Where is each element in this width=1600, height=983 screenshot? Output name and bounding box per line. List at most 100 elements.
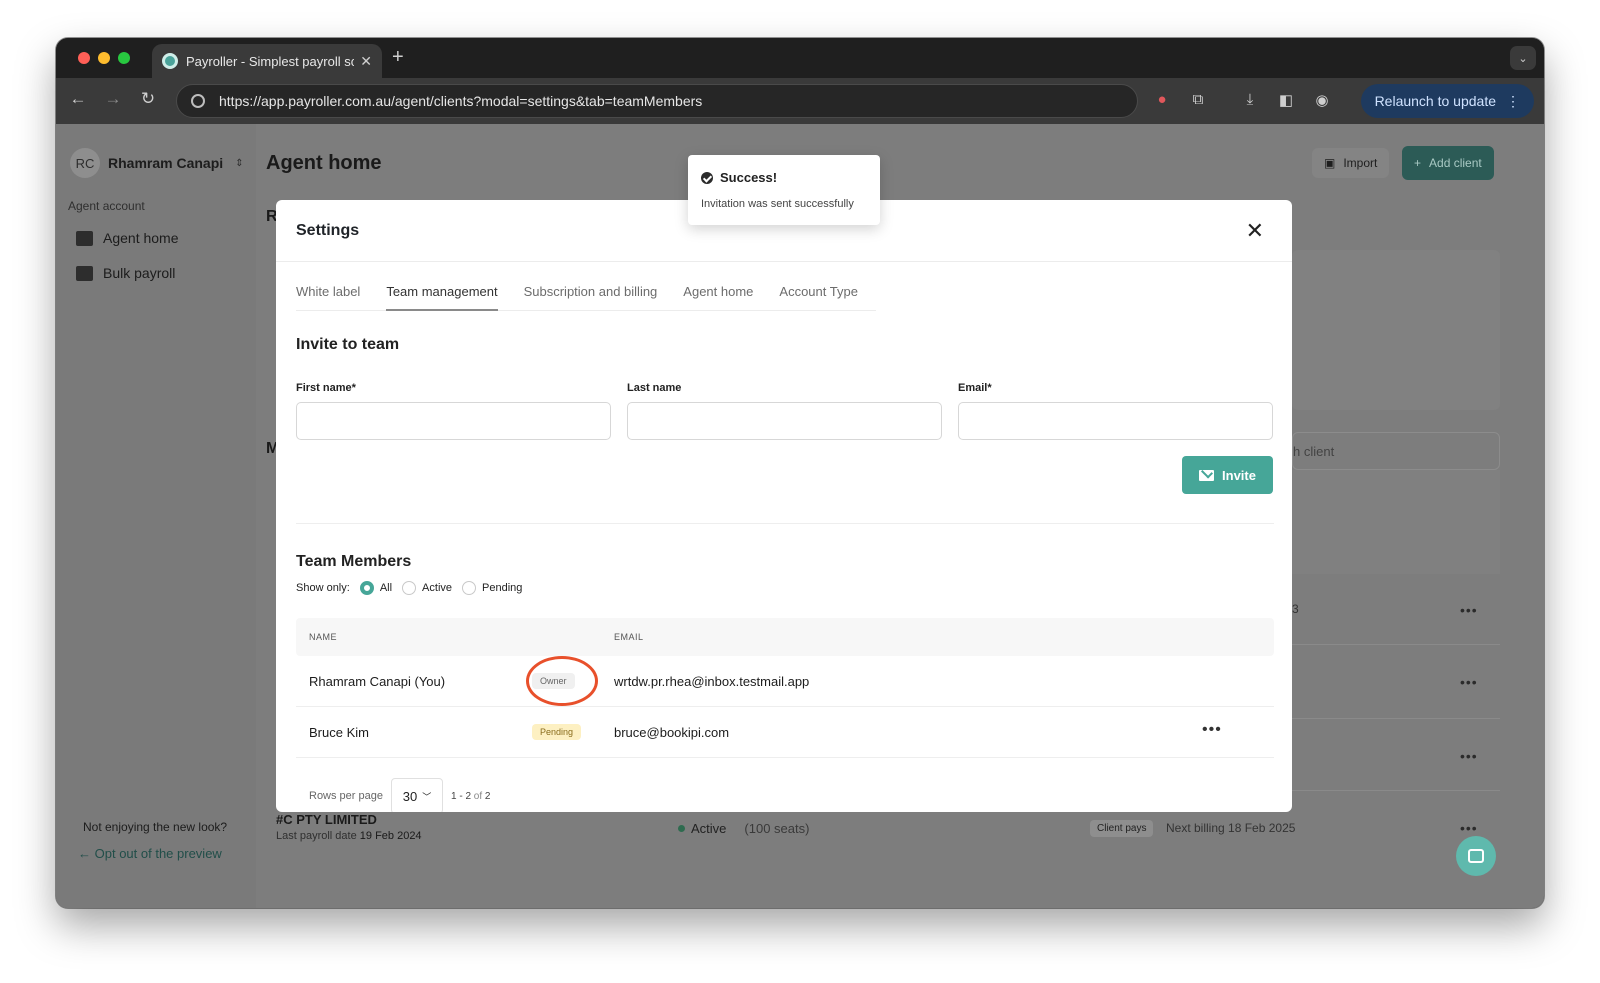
company-name: #C PTY LIMITED — [276, 812, 377, 827]
tab-close-icon[interactable]: ✕ — [360, 53, 372, 70]
import-button[interactable]: ▣ Import — [1312, 148, 1390, 178]
row-divider — [1292, 718, 1500, 719]
team-members-title: Team Members — [296, 553, 412, 570]
tab-white-label[interactable]: White label — [296, 280, 360, 311]
sidebar: RC Rhamram Canapi ⇕ Agent account Agent … — [56, 124, 256, 908]
pagination: Rows per page 30 ﹀ 1 - 2 of 2 — [309, 778, 490, 812]
tab-search-chevron-icon[interactable]: ⌄ — [1510, 46, 1536, 70]
invite-section-title: Invite to team — [296, 336, 400, 353]
relaunch-button[interactable]: Relaunch to update ⋮ — [1360, 84, 1534, 118]
member-email: bruce@bookipi.com — [614, 725, 730, 740]
forward-arrow-icon[interactable]: → — [101, 89, 125, 109]
tab-strip: Payroller - Simplest payroll sc ✕ + ⌄ — [56, 38, 1544, 78]
email-label: Email* — [958, 382, 992, 394]
back-arrow-icon[interactable]: ← — [66, 89, 90, 109]
plus-icon: + — [1414, 156, 1422, 170]
reload-icon[interactable]: ↻ — [136, 89, 160, 109]
first-name-field[interactable] — [296, 402, 611, 440]
puzzle-extensions-icon[interactable]: ⧉ — [1188, 91, 1208, 111]
settings-modal: Settings ✕ White label Team management S… — [276, 200, 1292, 812]
column-header-email: EMAIL — [614, 632, 644, 642]
home-icon — [76, 230, 93, 246]
maximize-window-button[interactable] — [118, 52, 130, 64]
browser-tab[interactable]: Payroller - Simplest payroll sc ✕ — [152, 44, 382, 78]
relaunch-label: Relaunch to update — [1374, 93, 1496, 109]
import-label: Import — [1343, 156, 1378, 170]
chat-icon — [1468, 849, 1484, 863]
chevron-down-icon: ﹀ — [422, 791, 432, 802]
tab-subscription-billing[interactable]: Subscription and billing — [524, 280, 658, 311]
pending-badge: Pending — [532, 724, 582, 740]
filter-all-radio[interactable]: All — [359, 581, 392, 595]
add-client-button[interactable]: + Add client — [1402, 146, 1494, 180]
modal-title: Settings — [296, 222, 360, 239]
extension-icon[interactable]: ● — [1152, 91, 1172, 111]
opt-out-link[interactable]: ← Opt out of the preview — [78, 846, 222, 861]
section-divider — [296, 523, 1274, 524]
annotation-highlight-circle — [526, 656, 598, 706]
tab-account-type[interactable]: Account Type — [779, 280, 858, 311]
row-divider — [1292, 644, 1500, 645]
table-row: Bruce Kim Pending bruce@bookipi.com ••• — [296, 707, 1274, 758]
email-field[interactable] — [958, 402, 1273, 440]
chat-launcher-button[interactable] — [1456, 836, 1496, 876]
minimize-window-button[interactable] — [98, 52, 110, 64]
row-more-icon[interactable]: ••• — [1460, 602, 1478, 618]
radio-selected-icon — [359, 581, 374, 595]
check-circle-icon — [701, 172, 713, 184]
account-name: Rhamram Canapi — [108, 155, 224, 171]
arrow-left-icon: ← — [78, 846, 95, 861]
table-row: Rhamram Canapi (You) Owner wrtdw.pr.rhea… — [296, 656, 1274, 707]
file-import-icon: ▣ — [1324, 156, 1336, 170]
client-pays-badge: Client pays — [1090, 820, 1154, 837]
client-row[interactable]: #C PTY LIMITED Last payroll date 19 Feb … — [276, 812, 1500, 872]
member-name: Rhamram Canapi (You) — [309, 674, 446, 689]
toast-title: Success! — [720, 170, 778, 185]
more-options-icon[interactable]: ••• — [1202, 721, 1222, 739]
summary-card — [1292, 250, 1500, 410]
member-email: wrtdw.pr.rhea@inbox.testmail.app — [614, 674, 810, 689]
close-icon[interactable]: ✕ — [1246, 218, 1264, 244]
tab-team-management[interactable]: Team management — [386, 280, 498, 311]
payroll-icon — [76, 265, 93, 281]
row-divider — [1292, 790, 1500, 791]
team-members-table: NAME EMAIL Rhamram Canapi (You) Owner wr… — [296, 618, 1274, 758]
site-info-icon[interactable] — [191, 94, 205, 108]
browser-window: Payroller - Simplest payroll sc ✕ + ⌄ ← … — [56, 38, 1544, 908]
settings-tabs: White label Team management Subscription… — [296, 280, 876, 311]
page-title: Agent home — [266, 152, 382, 174]
account-switcher[interactable]: RC Rhamram Canapi ⇕ — [70, 148, 244, 178]
client-search-input[interactable]: h client — [1292, 432, 1500, 470]
sidebar-item-bulk-payroll[interactable]: Bulk payroll — [76, 265, 175, 281]
profile-avatar-icon[interactable]: ◉ — [1312, 91, 1332, 111]
rows-per-page-select[interactable]: 30 ﹀ — [391, 778, 443, 812]
invite-button[interactable]: Invite — [1182, 456, 1273, 494]
row-more-icon[interactable]: ••• — [1460, 674, 1478, 690]
radio-icon — [402, 581, 417, 595]
tab-agent-home[interactable]: Agent home — [683, 280, 753, 311]
side-panel-icon[interactable]: ◧ — [1276, 91, 1296, 111]
client-status: Active (100 seats) — [678, 821, 809, 836]
chevron-updown-icon: ⇕ — [235, 157, 244, 169]
avatar: RC — [70, 148, 100, 178]
sidebar-item-label: Bulk payroll — [103, 265, 176, 281]
kebab-menu-icon: ⋮ — [1506, 92, 1520, 109]
row-more-icon[interactable]: ••• — [1460, 748, 1478, 764]
sidebar-item-agent-home[interactable]: Agent home — [76, 230, 179, 246]
page-content: RC Rhamram Canapi ⇕ Agent account Agent … — [56, 124, 1544, 908]
close-window-button[interactable] — [78, 52, 90, 64]
url-text: https://app.payroller.com.au/agent/clien… — [219, 93, 703, 109]
toast-message: Invitation was sent successfully — [701, 198, 854, 210]
envelope-icon — [1199, 469, 1215, 481]
feedback-text: Not enjoying the new look? — [83, 820, 228, 834]
download-icon[interactable]: ⤓ — [1240, 91, 1260, 111]
filter-active-radio[interactable]: Active — [402, 581, 452, 595]
next-billing-text: Next billing 18 Feb 2025 — [1166, 821, 1296, 835]
address-bar[interactable]: https://app.payroller.com.au/agent/clien… — [176, 84, 1138, 118]
new-tab-icon[interactable]: + — [392, 46, 404, 69]
sidebar-section-label: Agent account — [68, 199, 145, 213]
browser-toolbar: ← → ↻ https://app.payroller.com.au/agent… — [56, 78, 1544, 124]
table-header: NAME EMAIL — [296, 618, 1274, 656]
filter-pending-radio[interactable]: Pending — [462, 581, 522, 595]
last-name-field[interactable] — [627, 402, 942, 440]
